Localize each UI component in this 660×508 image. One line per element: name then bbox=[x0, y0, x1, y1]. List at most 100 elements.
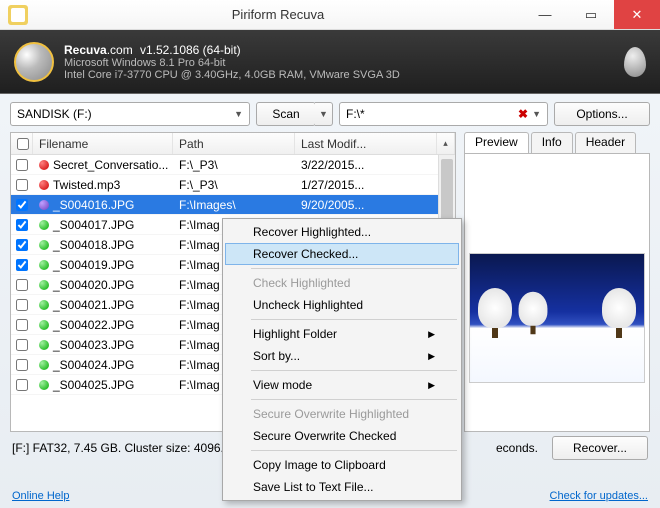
titlebar: Piriform Recuva — ▭ ✕ bbox=[0, 0, 660, 30]
context-menu: Recover Highlighted... Recover Checked..… bbox=[222, 218, 462, 501]
status-dot-icon bbox=[39, 300, 49, 310]
row-checkbox[interactable] bbox=[11, 199, 33, 211]
row-filename: _S004018.JPG bbox=[33, 238, 173, 252]
ctx-secure-overwrite-highlighted: Secure Overwrite Highlighted bbox=[225, 403, 459, 425]
tab-info[interactable]: Info bbox=[531, 132, 573, 153]
row-filename: _S004017.JPG bbox=[33, 218, 173, 232]
preview-pane bbox=[464, 154, 650, 432]
col-path[interactable]: Path bbox=[173, 133, 295, 154]
drive-label: SANDISK (F:) bbox=[17, 107, 92, 121]
row-modified: 1/27/2015...4, bbox=[295, 178, 455, 192]
options-button[interactable]: Options... bbox=[554, 102, 650, 126]
ctx-separator bbox=[251, 268, 457, 269]
row-filename: _S004024.JPG bbox=[33, 358, 173, 372]
row-checkbox[interactable] bbox=[11, 219, 33, 231]
app-header: Recuva.com v1.52.1086 (64-bit) Microsoft… bbox=[0, 30, 660, 94]
row-filename: _S004019.JPG bbox=[33, 258, 173, 272]
status-dot-icon bbox=[39, 320, 49, 330]
row-checkbox[interactable] bbox=[11, 319, 33, 331]
row-checkbox[interactable] bbox=[11, 379, 33, 391]
chevron-down-icon: ▼ bbox=[532, 109, 541, 119]
tree-icon bbox=[602, 288, 636, 338]
status-dot-icon bbox=[39, 200, 49, 210]
version-text: v1.52.1086 (64-bit) bbox=[140, 43, 241, 57]
table-row[interactable]: _S004016.JPGF:\Images\9/20/2005...1 bbox=[11, 195, 455, 215]
row-filename: _S004021.JPG bbox=[33, 298, 173, 312]
submenu-arrow-icon: ▶ bbox=[428, 329, 435, 340]
row-checkbox[interactable] bbox=[11, 299, 33, 311]
row-modified: 9/20/2005...1 bbox=[295, 198, 455, 212]
ctx-secure-overwrite-checked[interactable]: Secure Overwrite Checked bbox=[225, 425, 459, 447]
status-dot-icon bbox=[39, 220, 49, 230]
ctx-separator bbox=[251, 399, 457, 400]
submenu-arrow-icon: ▶ bbox=[428, 380, 435, 391]
drive-select[interactable]: SANDISK (F:) ▼ bbox=[10, 102, 250, 126]
row-checkbox[interactable] bbox=[11, 259, 33, 271]
close-button[interactable]: ✕ bbox=[614, 0, 660, 29]
os-text: Microsoft Windows 8.1 Pro 64-bit bbox=[64, 57, 400, 69]
ctx-separator bbox=[251, 319, 457, 320]
tab-header[interactable]: Header bbox=[575, 132, 636, 153]
ctx-uncheck-highlighted[interactable]: Uncheck Highlighted bbox=[225, 294, 459, 316]
ctx-recover-highlighted[interactable]: Recover Highlighted... bbox=[225, 221, 459, 243]
clear-icon[interactable]: ✖ bbox=[518, 107, 528, 121]
submenu-arrow-icon: ▶ bbox=[428, 351, 435, 362]
tab-preview[interactable]: Preview bbox=[464, 132, 529, 153]
row-checkbox[interactable] bbox=[11, 339, 33, 351]
ctx-sort-by[interactable]: Sort by...▶ bbox=[225, 345, 459, 367]
ctx-highlight-folder[interactable]: Highlight Folder▶ bbox=[225, 323, 459, 345]
col-modified[interactable]: Last Modif... bbox=[295, 133, 437, 154]
window-title: Piriform Recuva bbox=[34, 7, 522, 22]
row-checkbox[interactable] bbox=[11, 359, 33, 371]
maximize-button[interactable]: ▭ bbox=[568, 0, 614, 29]
table-row[interactable]: Twisted.mp3F:\_P3\1/27/2015...4, bbox=[11, 175, 455, 195]
preview-image bbox=[469, 253, 645, 383]
row-checkbox[interactable] bbox=[11, 159, 33, 171]
app-icon bbox=[8, 5, 28, 25]
path-value: F:\* bbox=[346, 107, 365, 121]
minimize-button[interactable]: — bbox=[522, 0, 568, 29]
status-dot-icon bbox=[39, 160, 49, 170]
recover-button[interactable]: Recover... bbox=[552, 436, 648, 460]
ctx-separator bbox=[251, 370, 457, 371]
row-checkbox[interactable] bbox=[11, 179, 33, 191]
ctx-copy-image[interactable]: Copy Image to Clipboard bbox=[225, 454, 459, 476]
ctx-check-highlighted: Check Highlighted bbox=[225, 272, 459, 294]
check-updates-link[interactable]: Check for updates... bbox=[550, 490, 648, 502]
tree-icon bbox=[519, 292, 548, 335]
col-filename[interactable]: Filename bbox=[33, 133, 173, 154]
col-checkbox[interactable] bbox=[11, 133, 33, 154]
ctx-view-mode[interactable]: View mode▶ bbox=[225, 374, 459, 396]
ctx-save-list[interactable]: Save List to Text File... bbox=[225, 476, 459, 498]
side-tabs: Preview Info Header bbox=[464, 132, 650, 154]
row-modified: 3/22/2015...6, bbox=[295, 158, 455, 172]
row-filename: Twisted.mp3 bbox=[33, 178, 173, 192]
row-filename: _S004023.JPG bbox=[33, 338, 173, 352]
row-checkbox[interactable] bbox=[11, 279, 33, 291]
status-dot-icon bbox=[39, 180, 49, 190]
side-panel: Preview Info Header bbox=[464, 132, 650, 432]
scan-button[interactable]: Scan bbox=[256, 102, 316, 126]
row-path: F:\_P3\ bbox=[173, 158, 295, 172]
status-dot-icon bbox=[39, 360, 49, 370]
recuva-logo-icon bbox=[14, 42, 54, 82]
toolbar: SANDISK (F:) ▼ Scan ▼ F:\* ✖ ▼ Options..… bbox=[10, 102, 650, 126]
row-path: F:\Images\ bbox=[173, 198, 295, 212]
row-checkbox[interactable] bbox=[11, 239, 33, 251]
scan-dropdown-button[interactable]: ▼ bbox=[315, 102, 333, 126]
online-help-link[interactable]: Online Help bbox=[12, 490, 69, 502]
path-filter-input[interactable]: F:\* ✖ ▼ bbox=[339, 102, 548, 126]
brand-name: Recuva bbox=[64, 43, 107, 57]
table-header: Filename Path Last Modif... ▴ bbox=[11, 133, 455, 155]
status-dot-icon bbox=[39, 380, 49, 390]
table-row[interactable]: Secret_Conversatio...F:\_P3\3/22/2015...… bbox=[11, 155, 455, 175]
col-sort-indicator[interactable]: ▴ bbox=[437, 133, 455, 154]
window-controls: — ▭ ✕ bbox=[522, 0, 660, 29]
row-filename: _S004020.JPG bbox=[33, 278, 173, 292]
ctx-separator bbox=[251, 450, 457, 451]
ctx-recover-checked[interactable]: Recover Checked... bbox=[225, 243, 459, 265]
status-dot-icon bbox=[39, 340, 49, 350]
status-dot-icon bbox=[39, 260, 49, 270]
row-filename: Secret_Conversatio... bbox=[33, 158, 173, 172]
status-dot-icon bbox=[39, 240, 49, 250]
